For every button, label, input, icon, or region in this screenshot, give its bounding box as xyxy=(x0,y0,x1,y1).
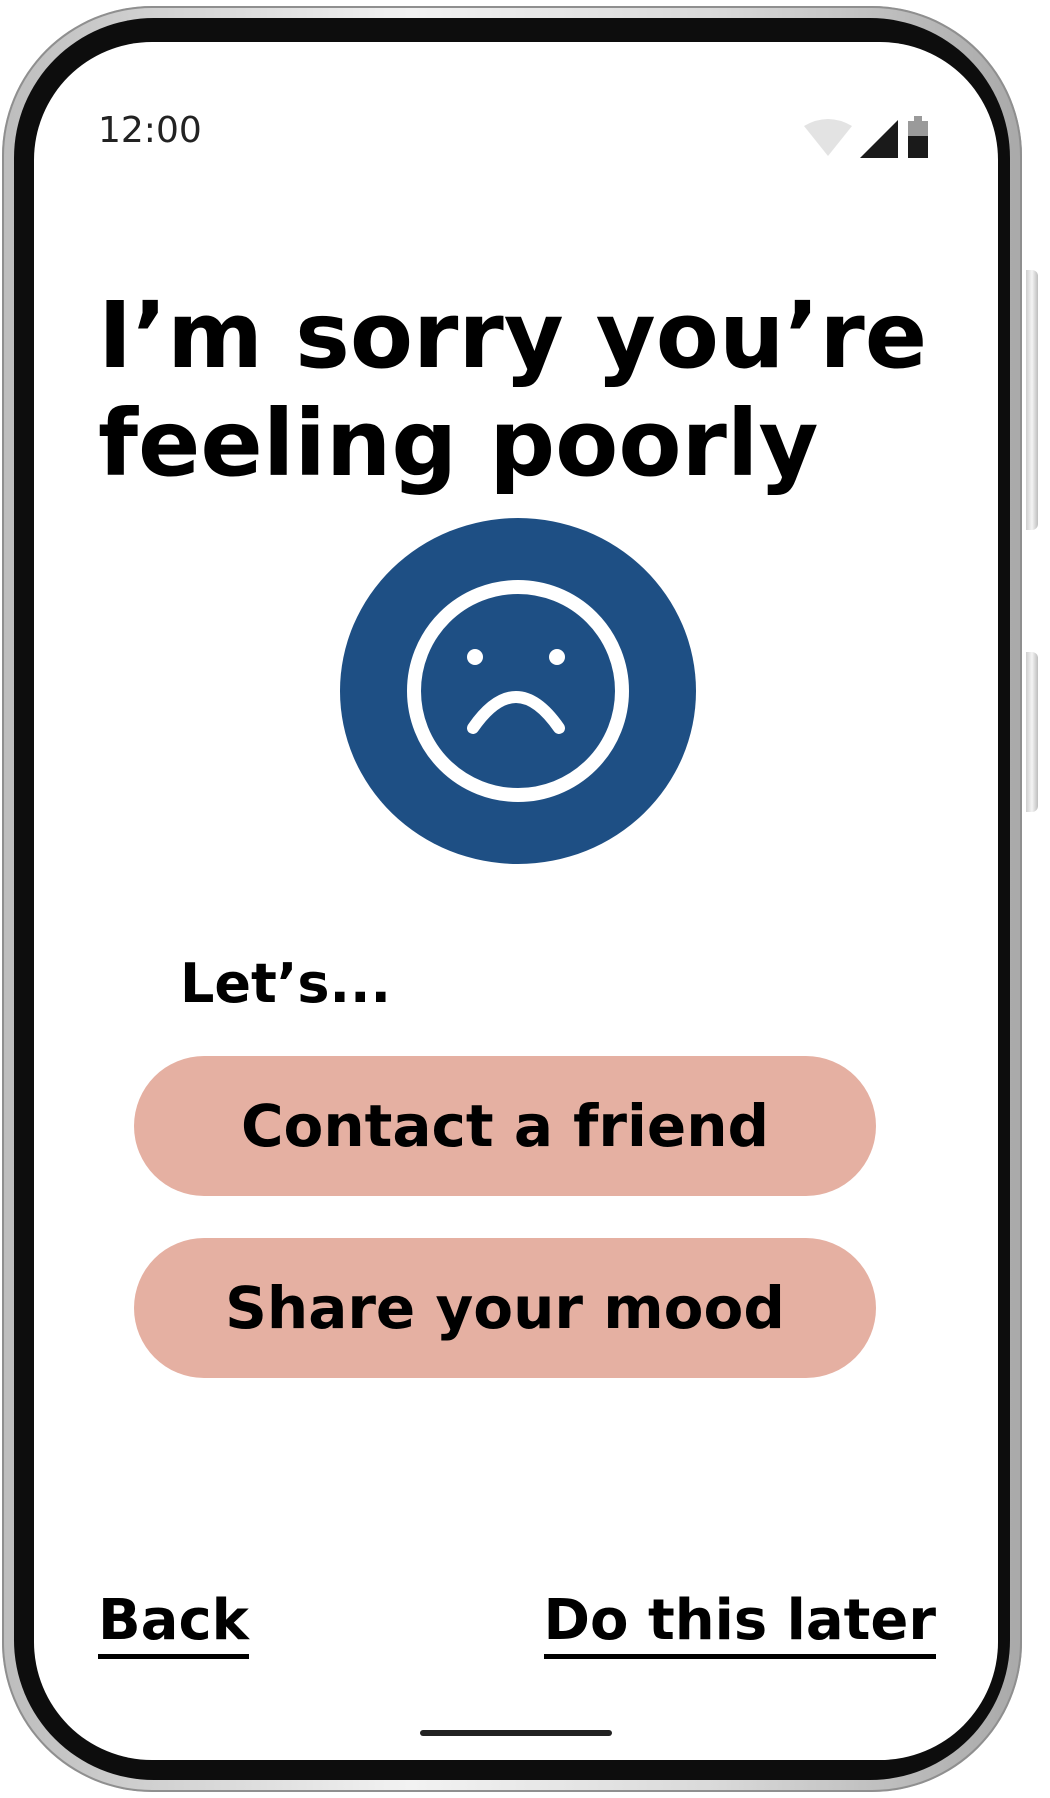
home-indicator[interactable] xyxy=(420,1730,612,1736)
wifi-icon xyxy=(804,119,852,156)
phone-device: 12:00 I’m sorry you’re feeling poorly Le… xyxy=(0,0,1050,1798)
do-this-later-link[interactable]: Do this later xyxy=(543,1590,936,1659)
battery-icon xyxy=(908,116,928,158)
sad-face-icon xyxy=(340,518,696,864)
signal-icon xyxy=(860,120,898,158)
page-title: I’m sorry you’re feeling poorly xyxy=(98,282,928,497)
volume-button xyxy=(1026,652,1038,812)
status-time: 12:00 xyxy=(98,110,202,151)
prompt-label: Let’s... xyxy=(180,952,392,1015)
contact-friend-button[interactable]: Contact a friend xyxy=(134,1056,876,1196)
back-link[interactable]: Back xyxy=(98,1590,249,1659)
share-mood-button[interactable]: Share your mood xyxy=(134,1238,876,1378)
power-button xyxy=(1026,270,1038,530)
status-icons xyxy=(804,116,928,158)
phone-screen: 12:00 I’m sorry you’re feeling poorly Le… xyxy=(34,42,998,1760)
